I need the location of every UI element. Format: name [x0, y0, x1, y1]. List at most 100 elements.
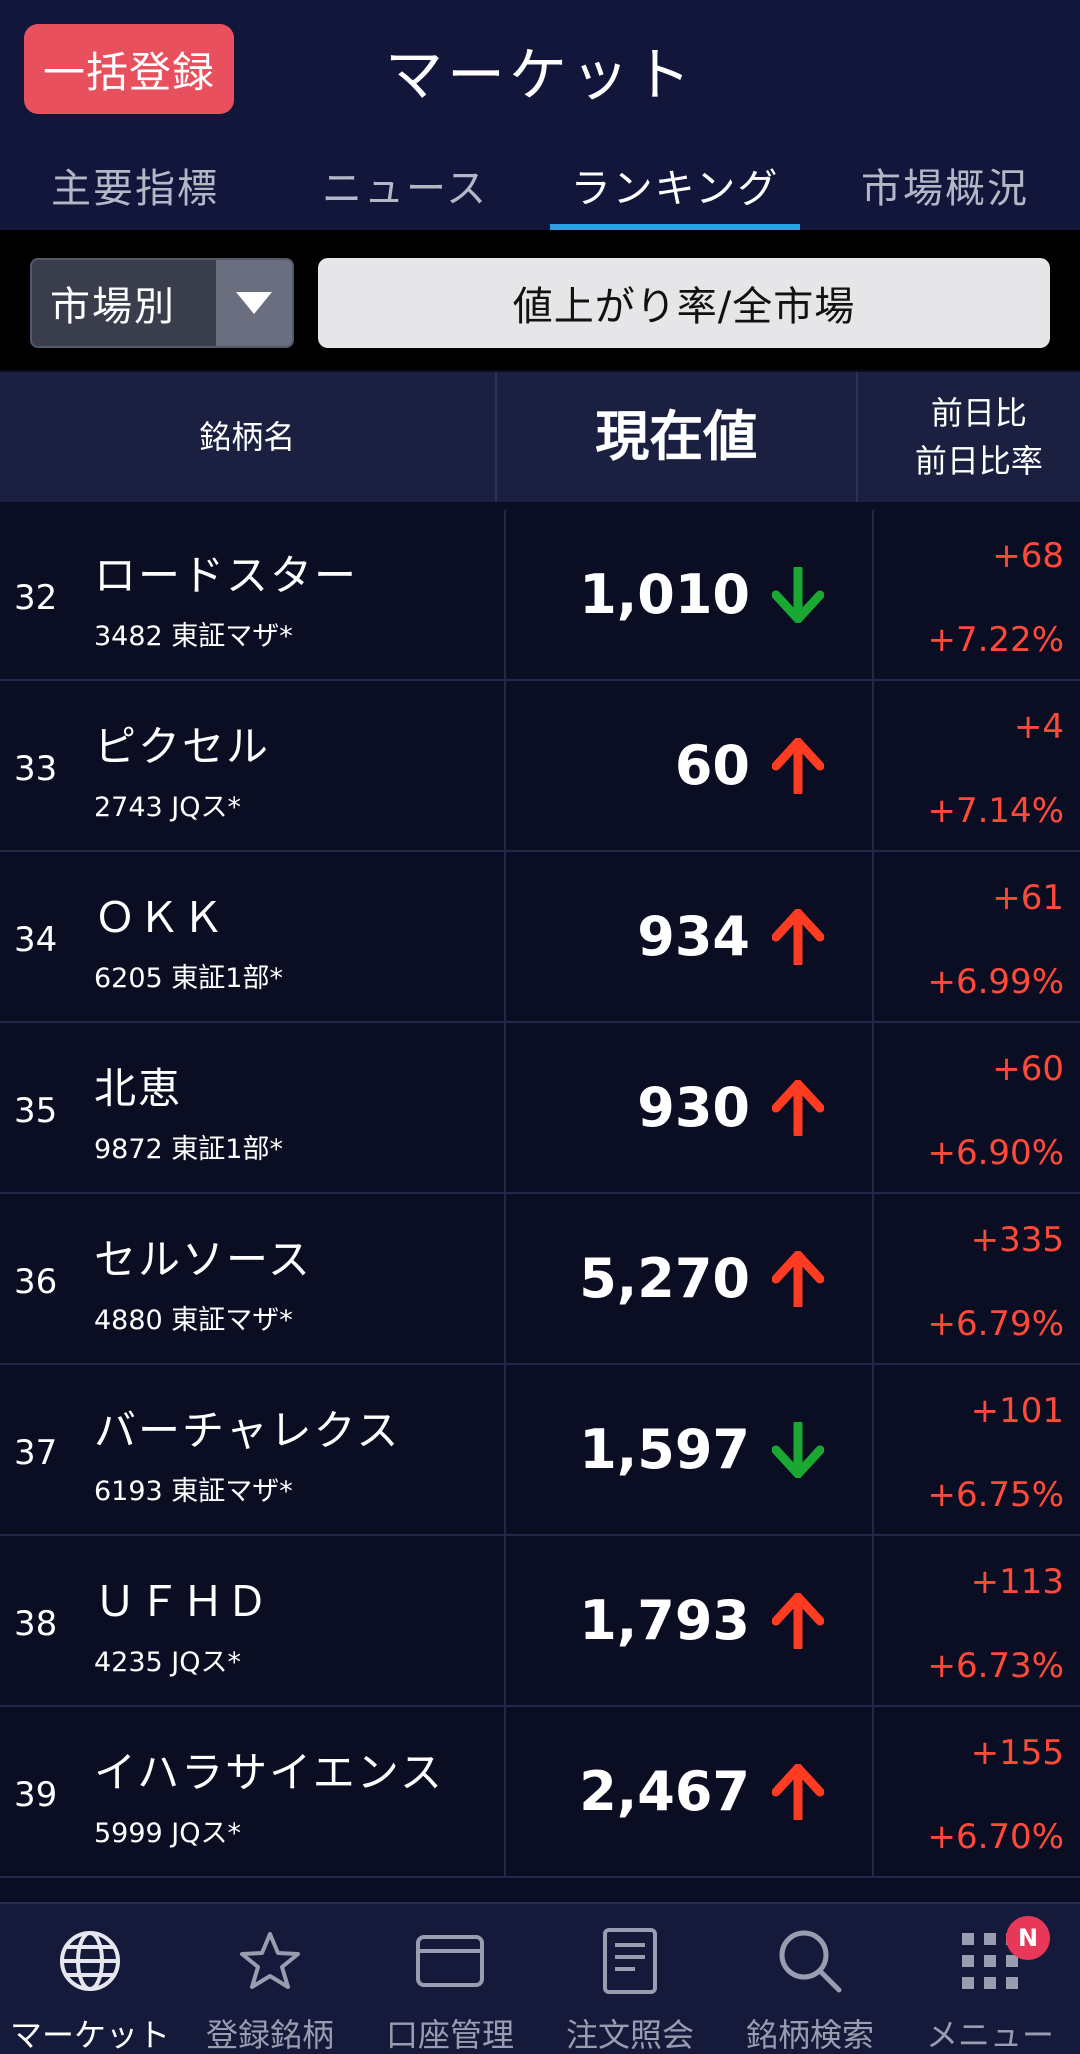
stock-name: バーチャレクス: [94, 1406, 401, 1455]
stock-code: 5999 JQス*: [94, 1818, 242, 1849]
table-row[interactable]: 35 北恵 9872 東証1部* 930 +60 +6.90%: [0, 1023, 1080, 1194]
nav-label: 口座管理: [385, 2016, 514, 2054]
market-tabs: 主要指標 ニュース ランキング 市場概況: [0, 150, 1080, 230]
current-price: 2,467: [579, 1760, 750, 1823]
table-row[interactable]: 33 ピクセル 2743 JQス* 60 +4 +7.14%: [0, 681, 1080, 852]
stock-cell: 37 バーチャレクス 6193 東証マザ*: [0, 1365, 506, 1534]
market-select-label: 市場別: [50, 284, 176, 330]
column-header-change: 前日比 前日比率: [878, 372, 1080, 502]
arrow-up-icon: [770, 736, 826, 796]
table-row[interactable]: 36 セルソース 4880 東証マザ* 5,270 +335 +6.79%: [0, 1194, 1080, 1365]
table-row[interactable]: 34 ＯＫＫ 6205 東証1部* 934 +61 +6.99%: [0, 852, 1080, 1023]
rank-number: 37: [14, 1433, 58, 1473]
stock-name: ロードスター: [94, 551, 359, 600]
table-row[interactable]: 32 ロードスター 3482 東証マザ* 1,010 +68 +7.22%: [0, 510, 1080, 681]
search-icon: [775, 1926, 845, 1996]
stock-code: 2743 JQス*: [94, 792, 242, 823]
nav-label: 銘柄検索: [745, 2016, 874, 2054]
stock-name: ピクセル: [94, 722, 271, 771]
change-cell: +113 +6.73%: [874, 1536, 1080, 1705]
stock-code: 4235 JQス*: [94, 1647, 242, 1678]
stock-code: 6193 東証マザ*: [94, 1476, 293, 1507]
stock-code: 4880 東証マザ*: [94, 1305, 293, 1336]
nav-item-stock-search[interactable]: 銘柄検索: [720, 1904, 900, 2054]
arrow-up-icon: [770, 1249, 826, 1309]
price-cell: 930: [506, 1023, 874, 1192]
price-change-percent: +6.70%: [927, 1817, 1065, 1857]
globe-icon: [55, 1926, 125, 1996]
nav-item-market[interactable]: マーケット: [0, 1904, 180, 2054]
tab-major-indices[interactable]: 主要指標: [0, 150, 270, 230]
rank-number: 32: [14, 578, 58, 618]
tab-ranking[interactable]: ランキング: [540, 150, 810, 230]
nav-item-watchlist[interactable]: 登録銘柄: [180, 1904, 360, 2054]
price-cell: 1,597: [506, 1365, 874, 1534]
column-header-change-label: 前日比: [930, 394, 1027, 432]
table-row[interactable]: 37 バーチャレクス 6193 東証マザ* 1,597 +101 +6.75%: [0, 1365, 1080, 1536]
table-row[interactable]: 38 ＵＦＨＤ 4235 JQス* 1,793 +113 +6.73%: [0, 1536, 1080, 1707]
price-cell: 1,793: [506, 1536, 874, 1705]
rank-number: 34: [14, 920, 58, 960]
stock-cell: 35 北恵 9872 東証1部*: [0, 1023, 506, 1192]
current-price: 1,793: [579, 1589, 750, 1652]
rank-number: 38: [14, 1604, 58, 1644]
stock-cell: 33 ピクセル 2743 JQス*: [0, 681, 506, 850]
current-price: 934: [637, 905, 750, 968]
stock-name: 北恵: [94, 1064, 183, 1113]
tab-market-overview[interactable]: 市場概況: [810, 150, 1080, 230]
page-title: マーケット: [384, 41, 695, 109]
price-change: +60: [992, 1049, 1064, 1089]
change-cell: +4 +7.14%: [874, 681, 1080, 850]
nav-item-menu[interactable]: N メニュー: [900, 1904, 1080, 2054]
table-header: 銘柄名 現在値 前日比 前日比率: [0, 372, 1080, 506]
tab-news[interactable]: ニュース: [270, 150, 540, 230]
stock-cell: 34 ＯＫＫ 6205 東証1部*: [0, 852, 506, 1021]
rank-number: 35: [14, 1091, 58, 1131]
stock-code: 3482 東証マザ*: [94, 621, 293, 652]
column-header-name: 銘柄名: [0, 372, 497, 502]
current-price: 1,010: [579, 563, 750, 626]
nav-label: メニュー: [925, 2016, 1054, 2054]
nav-label: 注文照会: [565, 2016, 694, 2054]
arrow-up-icon: [770, 1078, 826, 1138]
stock-code: 9872 東証1部*: [94, 1134, 283, 1165]
stock-cell: 39 イハラサイエンス 5999 JQス*: [0, 1707, 506, 1876]
price-change: +61: [992, 878, 1064, 918]
rank-number: 39: [14, 1775, 58, 1815]
current-price: 5,270: [579, 1247, 750, 1310]
rank-number: 36: [14, 1262, 58, 1302]
filter-bar: 市場別 値上がり率/全市場: [0, 230, 1080, 370]
ranking-type-button[interactable]: 値上がり率/全市場: [318, 258, 1050, 348]
price-change-percent: +6.73%: [927, 1646, 1065, 1686]
arrow-down-icon: [770, 565, 826, 625]
price-change: +4: [1013, 707, 1064, 747]
change-cell: +60 +6.90%: [874, 1023, 1080, 1192]
document-icon: [595, 1926, 665, 1996]
price-change-percent: +6.99%: [927, 962, 1065, 1002]
price-change: +101: [970, 1391, 1064, 1431]
price-change-percent: +6.90%: [927, 1133, 1065, 1173]
nav-item-account[interactable]: 口座管理: [360, 1904, 540, 2054]
change-cell: +335 +6.79%: [874, 1194, 1080, 1363]
price-change-percent: +7.22%: [927, 620, 1065, 660]
stock-cell: 38 ＵＦＨＤ 4235 JQス*: [0, 1536, 506, 1705]
app-header: 一括登録 マーケット 主要指標 ニュース ランキング 市場概況: [0, 0, 1080, 230]
price-change: +68: [992, 536, 1064, 576]
stock-name: ＯＫＫ: [94, 893, 227, 942]
price-change: +335: [970, 1220, 1064, 1260]
rank-number: 33: [14, 749, 58, 789]
price-change-percent: +6.75%: [927, 1475, 1065, 1515]
stock-cell: 36 セルソース 4880 東証マザ*: [0, 1194, 506, 1363]
price-change: +155: [970, 1733, 1064, 1773]
column-header-price: 現在値: [497, 372, 858, 502]
arrow-up-icon: [770, 1591, 826, 1651]
table-row[interactable]: 39 イハラサイエンス 5999 JQス* 2,467 +155 +6.70%: [0, 1707, 1080, 1878]
nav-item-orders[interactable]: 注文照会: [540, 1904, 720, 2054]
ranking-list: 32 ロードスター 3482 東証マザ* 1,010 +68 +7.22% 33…: [0, 510, 1080, 1878]
change-cell: +101 +6.75%: [874, 1365, 1080, 1534]
price-cell: 60: [506, 681, 874, 850]
chevron-down-icon[interactable]: [216, 260, 292, 346]
arrow-up-icon: [770, 907, 826, 967]
market-select[interactable]: 市場別: [30, 258, 294, 348]
stock-code: 6205 東証1部*: [94, 963, 283, 994]
